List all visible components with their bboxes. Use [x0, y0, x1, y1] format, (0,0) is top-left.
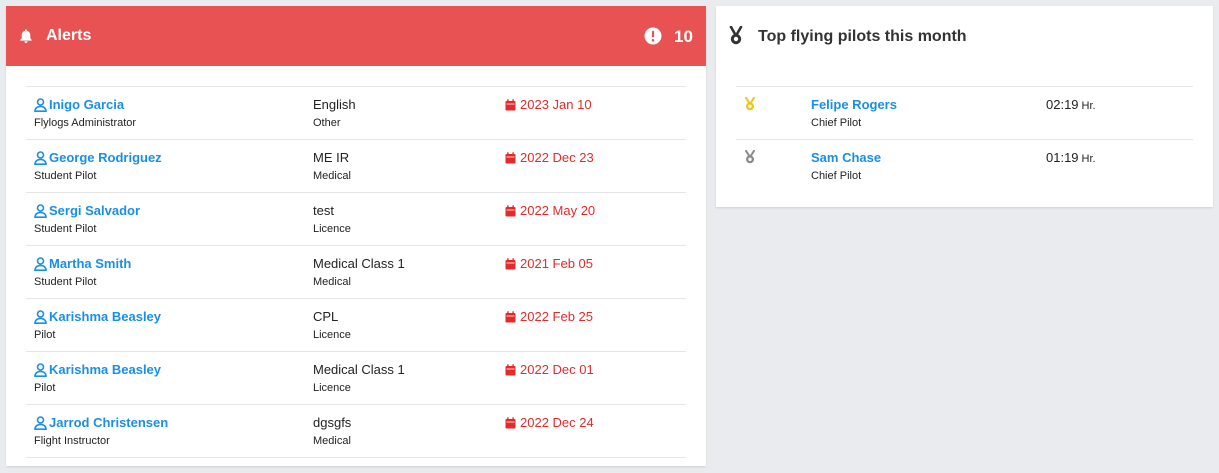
- pilot-link[interactable]: Inigo Garcia: [34, 97, 124, 112]
- pilot-name[interactable]: Sergi Salvador: [49, 203, 140, 218]
- pilot-link[interactable]: Sergi Salvador: [34, 203, 140, 218]
- pilot-name[interactable]: Felipe Rogers: [811, 97, 897, 112]
- pilot-link[interactable]: Karishma Beasley: [34, 309, 161, 324]
- alert-type: Licence: [313, 223, 351, 235]
- pilot-name[interactable]: Jarrod Christensen: [49, 415, 168, 430]
- pilot-role: Student Pilot: [34, 223, 97, 235]
- calendar-icon: [505, 310, 516, 322]
- pilot-row: Felipe Rogers Chief Pilot 02:19 Hr.: [736, 87, 1193, 140]
- pilot-role: Chief Pilot: [811, 170, 862, 182]
- alert-date: 2022 May 20: [505, 203, 595, 218]
- user-icon: [34, 415, 47, 430]
- alert-row: Jarrod Christensen Flight Instructor dgs…: [26, 405, 686, 458]
- pilot-role: Chief Pilot: [811, 117, 862, 129]
- alert-type: Medical: [313, 170, 351, 182]
- pilot-link[interactable]: Karishma Beasley: [34, 362, 161, 377]
- user-icon: [34, 309, 47, 324]
- flight-time-unit: Hr.: [1081, 153, 1096, 165]
- bell-icon: [20, 29, 32, 43]
- flight-time-unit: Hr.: [1081, 100, 1096, 112]
- calendar-icon: [505, 416, 516, 428]
- pilot-role: Flight Instructor: [34, 435, 110, 447]
- pilot-role: Student Pilot: [34, 276, 97, 288]
- pilot-row: Sam Chase Chief Pilot 01:19 Hr.: [736, 140, 1193, 192]
- top-pilots-header: Top flying pilots this month: [716, 6, 1213, 66]
- user-icon: [34, 256, 47, 271]
- medal-icon: [729, 26, 743, 45]
- alert-type: Licence: [313, 329, 351, 341]
- alert-item: Medical Class 1: [313, 256, 405, 271]
- pilot-role: Pilot: [34, 329, 56, 341]
- top-pilots-list: Felipe Rogers Chief Pilot 02:19 Hr. Sam C…: [736, 86, 1193, 192]
- pilot-link[interactable]: George Rodriguez: [34, 150, 162, 165]
- alert-item: dgsgfs: [313, 415, 352, 430]
- gold-medal-icon: [745, 97, 755, 111]
- alerts-count: 10: [674, 27, 693, 46]
- alert-row: Sergi Salvador Student Pilot test Licenc…: [26, 193, 686, 246]
- pilot-name[interactable]: Inigo Garcia: [49, 97, 124, 112]
- user-icon: [34, 362, 47, 377]
- alert-type: Medical: [313, 276, 351, 288]
- pilot-name[interactable]: Sam Chase: [811, 150, 881, 165]
- pilot-role: Pilot: [34, 382, 56, 394]
- alert-date-text: 2023 Jan 10: [520, 97, 592, 112]
- alert-date-text: 2022 Dec 24: [520, 415, 594, 430]
- calendar-icon: [505, 257, 516, 269]
- pilot-role: Flylogs Administrator: [34, 117, 137, 129]
- alert-item: test: [313, 203, 334, 218]
- alert-date-text: 2022 Dec 23: [520, 150, 594, 165]
- alerts-header: Alerts 10: [6, 6, 706, 66]
- alert-date: 2022 Dec 24: [505, 415, 594, 430]
- alerts-panel: Alerts 10 Inigo Garcia Flylogs Administr…: [6, 6, 706, 466]
- calendar-icon: [505, 98, 516, 110]
- flight-time: 01:19 Hr.: [1046, 150, 1096, 165]
- alert-date-text: 2022 Dec 01: [520, 362, 594, 377]
- calendar-icon: [505, 151, 516, 163]
- calendar-icon: [505, 363, 516, 375]
- user-icon: [34, 203, 47, 218]
- alert-date: 2021 Feb 05: [505, 256, 593, 271]
- alert-item: CPL: [313, 309, 339, 324]
- alerts-list: Inigo Garcia Flylogs Administrator Engli…: [26, 86, 686, 458]
- alert-item: English: [313, 97, 356, 112]
- alert-date-text: 2021 Feb 05: [520, 256, 594, 271]
- alert-row: Karishma Beasley Pilot CPL Licence 2022 …: [26, 299, 686, 352]
- alert-item: ME IR: [313, 150, 350, 165]
- flight-time-value: 02:19: [1046, 97, 1079, 112]
- alerts-title: Alerts: [46, 27, 92, 44]
- alert-type: Medical: [313, 435, 351, 447]
- alert-date: 2022 Dec 01: [505, 362, 594, 377]
- alert-date: 2023 Jan 10: [505, 97, 592, 112]
- pilot-link[interactable]: Martha Smith: [34, 256, 131, 271]
- alert-row: Karishma Beasley Pilot Medical Class 1 L…: [26, 352, 686, 405]
- alert-row: George Rodriguez Student Pilot ME IR Med…: [26, 140, 686, 193]
- alert-date-text: 2022 Feb 25: [520, 309, 594, 324]
- flight-time: 02:19 Hr.: [1046, 97, 1096, 112]
- flight-time-value: 01:19: [1046, 150, 1079, 165]
- alert-row: Martha Smith Student Pilot Medical Class…: [26, 246, 686, 299]
- pilot-name[interactable]: George Rodriguez: [49, 150, 162, 165]
- exclamation-circle-icon: [644, 27, 662, 45]
- alert-type: Licence: [313, 382, 351, 394]
- top-pilots-title: Top flying pilots this month: [758, 28, 967, 45]
- calendar-icon: [505, 204, 516, 216]
- alert-date: 2022 Feb 25: [505, 309, 593, 324]
- alert-row: Inigo Garcia Flylogs Administrator Engli…: [26, 87, 686, 140]
- pilot-name[interactable]: Karishma Beasley: [49, 309, 161, 324]
- alert-item: Medical Class 1: [313, 362, 405, 377]
- user-icon: [34, 150, 47, 165]
- pilot-name[interactable]: Karishma Beasley: [49, 362, 161, 377]
- pilot-name[interactable]: Martha Smith: [49, 256, 131, 271]
- pilot-link[interactable]: Jarrod Christensen: [34, 415, 168, 430]
- pilot-role: Student Pilot: [34, 170, 97, 182]
- alert-date: 2022 Dec 23: [505, 150, 594, 165]
- user-icon: [34, 97, 47, 112]
- top-pilots-panel: Top flying pilots this month Felipe Roge…: [716, 6, 1213, 207]
- alert-date-text: 2022 May 20: [520, 203, 596, 218]
- silver-medal-icon: [745, 150, 755, 164]
- alert-type: Other: [313, 117, 341, 129]
